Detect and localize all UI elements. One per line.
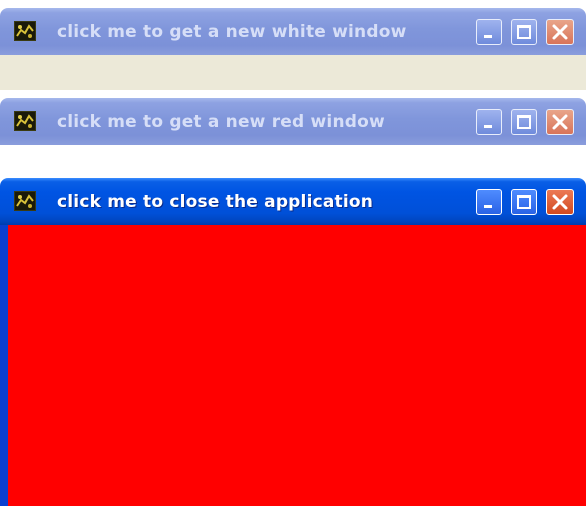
window-title: click me to close the application (57, 192, 374, 212)
maximize-button[interactable] (511, 19, 537, 45)
close-button[interactable] (546, 189, 574, 215)
close-icon (552, 114, 568, 130)
client-area[interactable] (0, 145, 586, 178)
minimize-button[interactable] (476, 19, 502, 45)
window-title: click me to get a new white window (57, 22, 407, 42)
app-icon (14, 21, 36, 41)
client-area[interactable] (0, 225, 586, 506)
client-area[interactable] (0, 55, 586, 90)
minimize-icon (484, 35, 492, 38)
maximize-icon (517, 195, 531, 209)
app-icon (14, 191, 36, 211)
close-button[interactable] (546, 109, 574, 135)
minimize-icon (484, 205, 492, 208)
close-icon (552, 24, 568, 40)
maximize-button[interactable] (511, 189, 537, 215)
window-close-app[interactable]: click me to close the application (0, 178, 586, 506)
window-white-spawner[interactable]: click me to get a new white window (0, 8, 586, 90)
window-frame-left (0, 225, 8, 506)
maximize-icon (517, 115, 531, 129)
app-icon (14, 111, 36, 131)
title-bar[interactable]: click me to get a new white window (0, 8, 586, 55)
window-title: click me to get a new red window (57, 112, 385, 132)
minimize-button[interactable] (476, 189, 502, 215)
maximize-icon (517, 25, 531, 39)
maximize-button[interactable] (511, 109, 537, 135)
title-bar[interactable]: click me to get a new red window (0, 98, 586, 145)
close-button[interactable] (546, 19, 574, 45)
window-red-spawner[interactable]: click me to get a new red window (0, 98, 586, 178)
title-bar[interactable]: click me to close the application (0, 178, 586, 225)
minimize-icon (484, 125, 492, 128)
close-icon (552, 194, 568, 210)
minimize-button[interactable] (476, 109, 502, 135)
